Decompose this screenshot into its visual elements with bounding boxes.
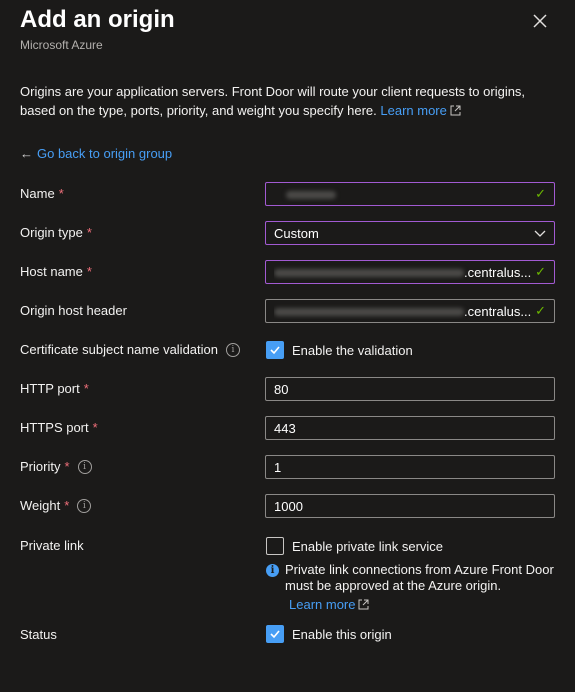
priority-input[interactable]: 1 bbox=[265, 455, 555, 479]
private-link-checkbox-label: Enable private link service bbox=[292, 538, 444, 554]
origin-type-label: Origin type * bbox=[20, 225, 92, 240]
private-link-label-text: Private link bbox=[20, 538, 84, 553]
info-icon[interactable]: i bbox=[226, 342, 240, 357]
name-label: Name * bbox=[20, 186, 64, 201]
origin-host-header-suffix: .centralus.... bbox=[464, 303, 532, 319]
private-link-option: Enable private link service bbox=[266, 537, 443, 555]
host-name-input[interactable]: .centralus.... ✓ bbox=[265, 260, 555, 284]
private-link-info-text: Private link connections from Azure Fron… bbox=[285, 562, 554, 593]
required-marker: * bbox=[92, 420, 98, 435]
status-label: Status bbox=[20, 627, 57, 642]
cert-validation-checkbox[interactable] bbox=[266, 341, 284, 359]
private-link-checkbox[interactable] bbox=[266, 537, 284, 555]
redacted-value bbox=[286, 191, 336, 200]
close-icon[interactable] bbox=[531, 12, 549, 30]
checkmark-icon bbox=[270, 630, 280, 639]
checkmark-icon bbox=[270, 346, 280, 355]
chevron-down-icon bbox=[534, 230, 546, 237]
http-port-label: HTTP port * bbox=[20, 381, 89, 396]
http-port-label-text: HTTP port bbox=[20, 381, 80, 396]
http-port-input[interactable]: 80 bbox=[265, 377, 555, 401]
origin-type-label-text: Origin type bbox=[20, 225, 83, 240]
redacted-value bbox=[274, 269, 464, 278]
required-marker: * bbox=[64, 459, 70, 474]
private-link-label: Private link bbox=[20, 538, 84, 553]
https-port-value: 443 bbox=[274, 420, 296, 436]
private-link-learn-more-link[interactable]: Learn more bbox=[289, 597, 355, 612]
required-marker: * bbox=[83, 381, 89, 396]
learn-more-link[interactable]: Learn more bbox=[380, 103, 446, 118]
back-link-label: Go back to origin group bbox=[37, 146, 173, 161]
cert-validation-label-text: Certificate subject name validation bbox=[20, 342, 218, 357]
status-checkbox[interactable] bbox=[266, 625, 284, 643]
required-marker: * bbox=[86, 225, 92, 240]
origin-host-header-label-text: Origin host header bbox=[20, 303, 127, 318]
redacted-value bbox=[274, 308, 464, 317]
info-icon[interactable]: i bbox=[77, 459, 92, 474]
origin-type-select[interactable]: Custom bbox=[265, 221, 555, 245]
checkmark-icon: ✓ bbox=[535, 264, 546, 279]
host-name-suffix: .centralus.... bbox=[464, 264, 532, 280]
required-marker: * bbox=[64, 498, 70, 513]
required-marker: * bbox=[86, 264, 92, 279]
http-port-value: 80 bbox=[274, 381, 289, 397]
origin-host-header-input[interactable]: .centralus.... ✓ bbox=[265, 299, 555, 323]
status-checkbox-label: Enable this origin bbox=[292, 626, 392, 642]
name-label-text: Name bbox=[20, 186, 55, 201]
panel-title: Add an origin bbox=[20, 6, 175, 33]
panel-subtitle: Microsoft Azure bbox=[20, 38, 103, 52]
required-marker: * bbox=[58, 186, 64, 201]
origin-type-value: Custom bbox=[274, 225, 319, 241]
cert-validation-checkbox-label: Enable the validation bbox=[292, 342, 413, 358]
status-label-text: Status bbox=[20, 627, 57, 642]
priority-label-text: Priority bbox=[20, 459, 61, 474]
priority-label: Priority * i bbox=[20, 459, 92, 474]
checkmark-icon: ✓ bbox=[535, 303, 546, 318]
host-name-label-text: Host name bbox=[20, 264, 83, 279]
weight-value: 1000 bbox=[274, 498, 303, 514]
cert-validation-label: Certificate subject name validation i bbox=[20, 342, 240, 357]
info-icon: i bbox=[266, 564, 279, 577]
name-input[interactable]: ✓ bbox=[265, 182, 555, 206]
host-name-label: Host name * bbox=[20, 264, 92, 279]
status-option: Enable this origin bbox=[266, 625, 392, 643]
weight-label-text: Weight bbox=[20, 498, 61, 513]
checkmark-icon: ✓ bbox=[535, 186, 546, 201]
https-port-label-text: HTTPS port bbox=[20, 420, 89, 435]
cert-validation-option: Enable the validation bbox=[266, 341, 413, 359]
https-port-label: HTTPS port * bbox=[20, 420, 98, 435]
origin-host-header-label: Origin host header bbox=[20, 303, 127, 318]
private-link-info: i Private link connections from Azure Fr… bbox=[266, 562, 556, 613]
external-link-icon bbox=[358, 599, 369, 610]
external-link-icon bbox=[450, 105, 461, 116]
https-port-input[interactable]: 443 bbox=[265, 416, 555, 440]
weight-input[interactable]: 1000 bbox=[265, 494, 555, 518]
panel-description: Origins are your application servers. Fr… bbox=[20, 82, 560, 120]
priority-value: 1 bbox=[274, 459, 282, 475]
weight-label: Weight * i bbox=[20, 498, 92, 513]
back-to-origin-group-link[interactable]: ← Go back to origin group bbox=[20, 146, 172, 161]
info-icon[interactable]: i bbox=[77, 498, 92, 513]
back-arrow-icon: ← bbox=[20, 146, 33, 161]
